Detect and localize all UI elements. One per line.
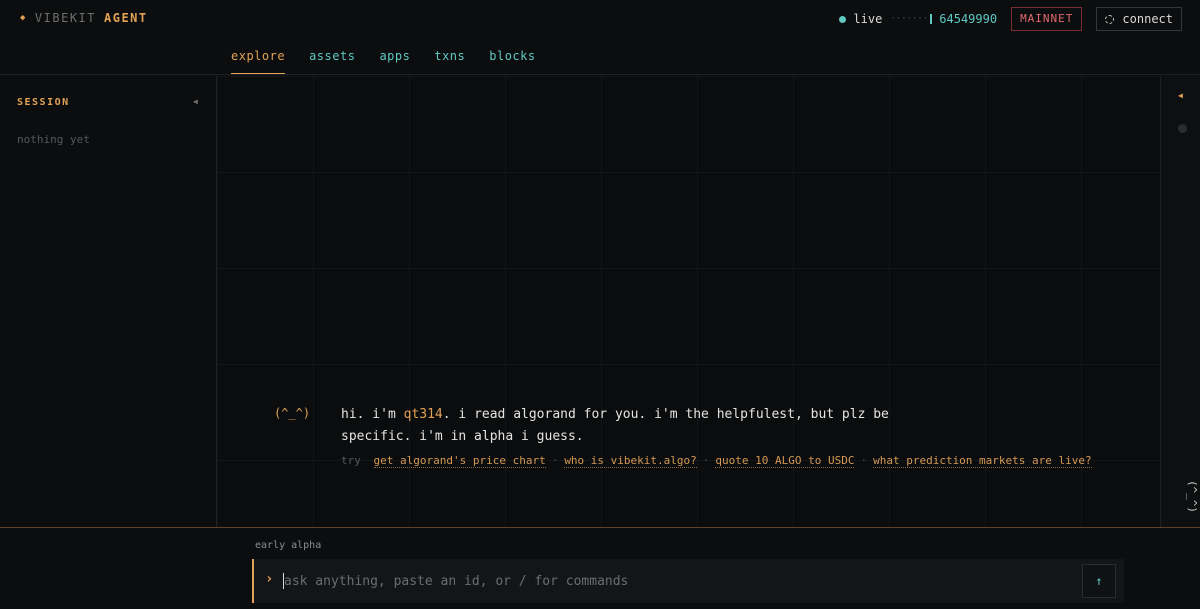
connect-label: connect: [1122, 12, 1173, 26]
chat-input[interactable]: [284, 567, 1064, 595]
session-title: SESSION: [17, 97, 70, 108]
tab-explore[interactable]: explore: [231, 49, 286, 74]
suggestion-separator: ·: [860, 454, 868, 467]
wallet-ring-icon: [1105, 14, 1115, 24]
tab-apps[interactable]: apps: [379, 49, 410, 74]
arrow-up-icon: ↑: [1095, 574, 1103, 588]
block-progress-icon: ·······: [890, 14, 929, 24]
tab-assets[interactable]: assets: [309, 49, 355, 74]
suggestion-separator: ·: [551, 454, 559, 467]
suggestion-separator: ·: [702, 454, 710, 467]
top-bar: ◆ VIBEKIT AGENT live ······· 64549990 MA…: [0, 0, 1200, 75]
expand-rail-icon[interactable]: ◀: [1178, 91, 1183, 100]
send-button[interactable]: ↑: [1082, 564, 1116, 598]
agent-name: qt314: [403, 407, 443, 422]
suggestion-quote-algo[interactable]: quote 10 ALGO to USDC: [715, 454, 855, 468]
brand-name-part2: AGENT: [104, 11, 148, 25]
right-rail: ◀ (^_^): [1160, 76, 1200, 527]
brand-logo[interactable]: ◆ VIBEKIT AGENT: [20, 11, 148, 25]
rail-mascot-face: (^_^): [1186, 479, 1200, 514]
live-label: live: [853, 12, 883, 26]
status-bar: live ······· 64549990 MAINNET connect: [839, 7, 1200, 31]
chat-area: (^_^) hi. i'm qt314. i read algorand for…: [217, 76, 1160, 527]
stage-label: early alpha: [255, 540, 322, 551]
try-label: try: [341, 454, 361, 467]
nav-tabs: explore assets apps txns blocks: [231, 49, 560, 74]
network-badge[interactable]: MAINNET: [1011, 7, 1083, 31]
suggestion-vibekit-algo[interactable]: who is vibekit.algo?: [564, 454, 697, 468]
prompt-chevron-icon: ›: [265, 571, 274, 587]
composer-bar: early alpha › ↑: [0, 527, 1200, 609]
suggestion-prediction-markets[interactable]: what prediction markets are live?: [873, 454, 1092, 468]
connect-button[interactable]: connect: [1096, 7, 1182, 31]
block-number: 64549990: [939, 12, 998, 26]
diamond-icon: ◆: [20, 13, 27, 23]
greeting-pre: hi. i'm: [341, 407, 404, 422]
tab-blocks[interactable]: blocks: [489, 49, 535, 74]
live-indicator-icon: [839, 15, 847, 23]
suggestion-price-chart[interactable]: get algorand's price chart: [373, 454, 546, 468]
greeting-message: hi. i'm qt314. i read algorand for you. …: [341, 404, 901, 448]
session-empty-text: nothing yet: [17, 133, 90, 146]
session-sidebar: SESSION ◀ nothing yet: [0, 76, 217, 527]
rail-status-dot-icon: [1178, 124, 1187, 133]
composer: › ↑: [252, 559, 1124, 603]
block-tick-icon: [930, 14, 933, 24]
tab-txns[interactable]: txns: [434, 49, 465, 74]
suggestion-list: try get algorand's price chart · who is vi…: [341, 454, 1092, 468]
collapse-sidebar-icon[interactable]: ◀: [193, 97, 198, 106]
brand-name-part1: VIBEKIT: [34, 11, 96, 25]
mascot-face: (^_^): [274, 406, 311, 420]
